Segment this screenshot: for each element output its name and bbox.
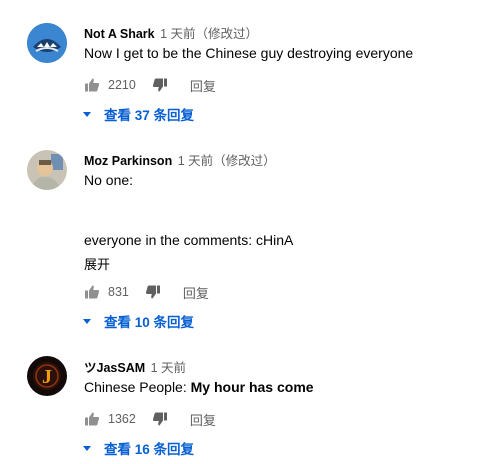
- comment-time[interactable]: 1 天前（修改过）: [178, 154, 276, 168]
- view-replies-label: 查看 16 条回复: [104, 442, 195, 457]
- j-logo-avatar[interactable]: J: [27, 356, 67, 396]
- like-icon[interactable]: [84, 284, 100, 300]
- view-replies-label: 查看 10 条回复: [104, 315, 195, 330]
- comment-header: ツJasSAM 1 天前: [84, 357, 186, 376]
- comment-text: Chinese People: My hour has come: [84, 377, 314, 398]
- comment-text-bold: My hour has come: [190, 379, 314, 395]
- like-count: 831: [108, 285, 129, 299]
- caret-down-icon: [83, 319, 91, 324]
- comment-actions: 2210 回复: [84, 75, 216, 95]
- dislike-icon[interactable]: [145, 284, 161, 300]
- comment-header: Not A Shark 1 天前（修改过）: [84, 23, 258, 42]
- view-replies-button[interactable]: 查看 10 条回复: [83, 311, 194, 331]
- author-name[interactable]: ツJasSAM: [84, 361, 145, 375]
- caret-down-icon: [83, 446, 91, 451]
- expand-link[interactable]: 展开: [84, 254, 110, 273]
- author-name[interactable]: Not A Shark: [84, 27, 155, 41]
- reply-button[interactable]: 回复: [190, 410, 216, 429]
- author-name[interactable]: Moz Parkinson: [84, 154, 172, 168]
- reply-button[interactable]: 回复: [183, 283, 209, 302]
- shark-avatar[interactable]: [27, 23, 67, 63]
- comment-time[interactable]: 1 天前: [151, 361, 186, 375]
- comment-actions: 1362 回复: [84, 409, 216, 429]
- comment-text-line-2: everyone in the comments: cHinA: [84, 232, 294, 248]
- view-replies-button[interactable]: 查看 16 条回复: [83, 438, 194, 458]
- like-count: 1362: [108, 412, 136, 426]
- like-icon[interactable]: [84, 77, 100, 93]
- caret-down-icon: [83, 112, 91, 117]
- comment-actions: 831 回复: [84, 282, 209, 302]
- person-avatar[interactable]: [27, 150, 67, 190]
- comment-text: Now I get to be the Chinese guy destroyi…: [84, 45, 414, 61]
- comment-time[interactable]: 1 天前（修改过）: [160, 27, 258, 41]
- like-icon[interactable]: [84, 411, 100, 427]
- comment-header: Moz Parkinson 1 天前（修改过）: [84, 150, 276, 169]
- comment-text-line-1: No one:: [84, 172, 134, 188]
- comment-text-prefix: Chinese People:: [84, 379, 191, 395]
- like-count: 2210: [108, 78, 136, 92]
- avatar-letter: J: [42, 366, 52, 388]
- dislike-icon[interactable]: [152, 411, 168, 427]
- view-replies-button[interactable]: 查看 37 条回复: [83, 104, 194, 124]
- view-replies-label: 查看 37 条回复: [104, 108, 195, 123]
- reply-button[interactable]: 回复: [190, 76, 216, 95]
- dislike-icon[interactable]: [152, 77, 168, 93]
